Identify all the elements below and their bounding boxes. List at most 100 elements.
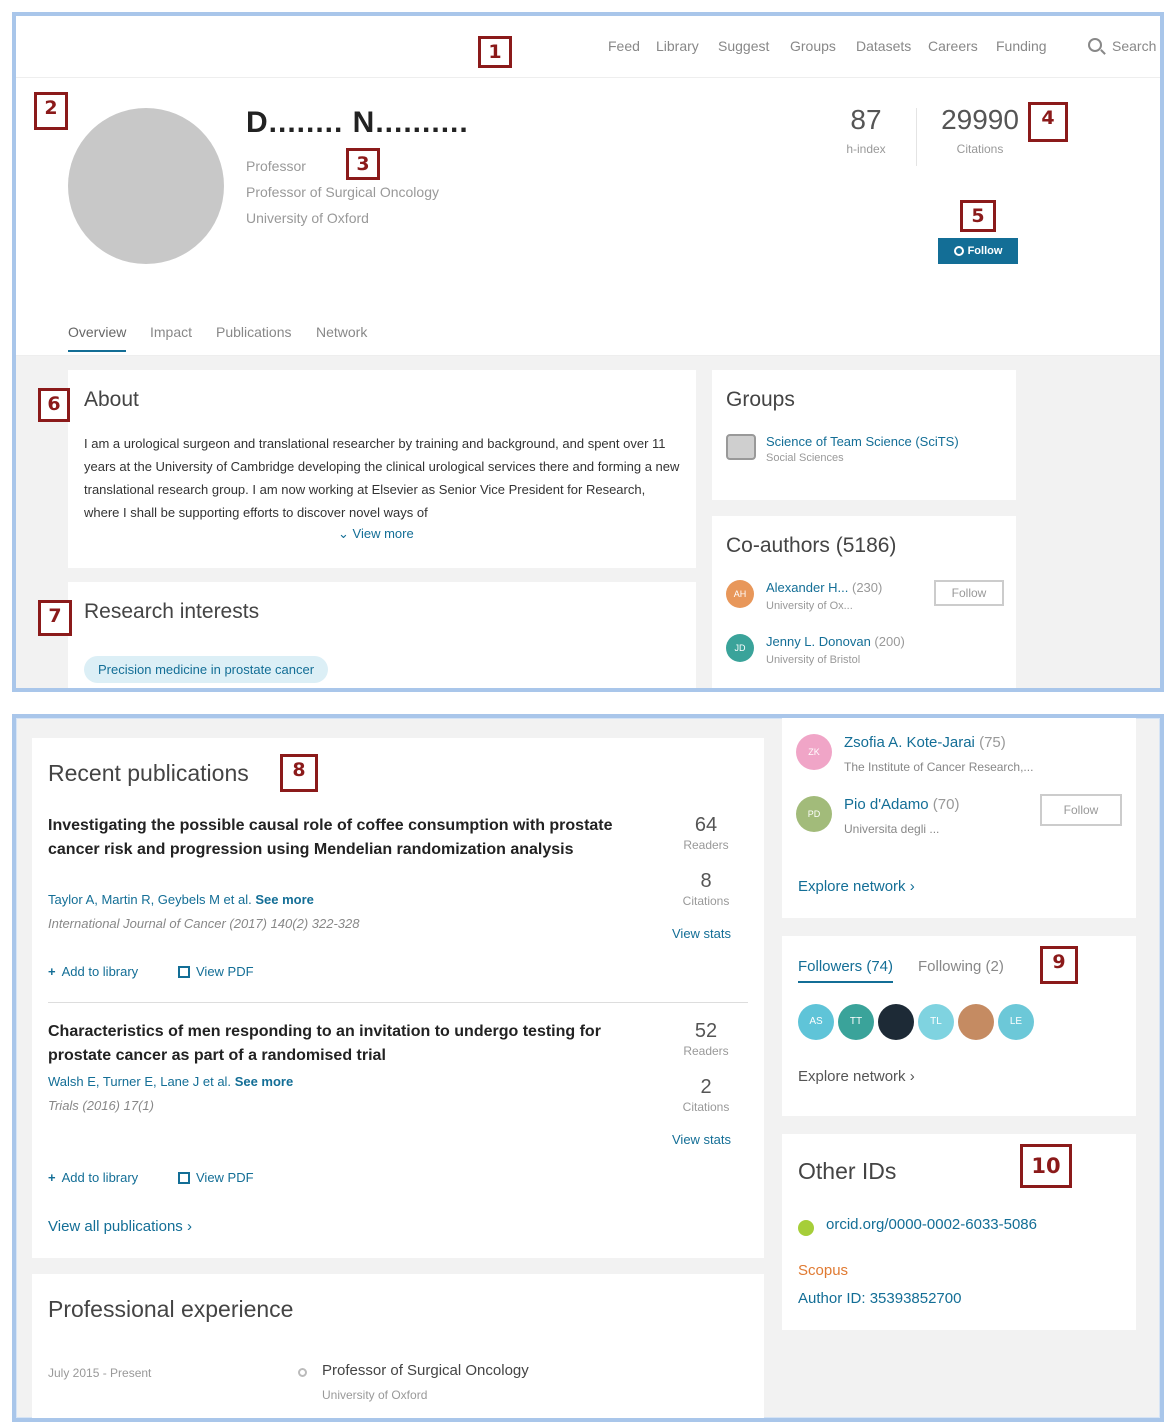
follower-avatar[interactable] xyxy=(958,1004,994,1040)
view-all-publications-link[interactable]: View all publications › xyxy=(48,1218,192,1235)
profile-avatar xyxy=(68,108,224,264)
add-to-library-button[interactable]: + Add to library xyxy=(48,1170,138,1185)
follower-avatar[interactable]: TL xyxy=(918,1004,954,1040)
nav-search[interactable]: Search xyxy=(1112,38,1156,54)
search-icon[interactable] xyxy=(1088,38,1102,52)
coauthor-avatar: PD xyxy=(796,796,832,832)
follower-avatar[interactable]: TT xyxy=(838,1004,874,1040)
view-more-label: View more xyxy=(352,526,414,541)
nav-groups[interactable]: Groups xyxy=(790,38,836,54)
see-more-link[interactable]: See more xyxy=(235,1074,294,1089)
experience-card: Professional experience July 2015 - Pres… xyxy=(32,1274,764,1418)
marker-2: 2 xyxy=(34,92,68,130)
nav-feed[interactable]: Feed xyxy=(608,38,640,54)
citations-stat-value: 8 xyxy=(700,870,712,892)
follower-avatar[interactable]: AS xyxy=(798,1004,834,1040)
coauthor-row: Zsofia A. Kote-Jarai (75) xyxy=(844,734,1006,751)
view-pdf-button[interactable]: View PDF xyxy=(178,964,254,979)
coauthor-name[interactable]: Alexander H... xyxy=(766,580,848,595)
scopus-label: Scopus xyxy=(798,1262,849,1279)
chevron-right-icon: › xyxy=(905,878,915,895)
orcid-icon xyxy=(798,1220,814,1236)
group-name[interactable]: Science of Team Science (SciTS) xyxy=(766,434,959,449)
coauthor-avatar: JD xyxy=(726,634,754,662)
experience-role: Professor of Surgical Oncology xyxy=(322,1362,529,1379)
coauthor-row: Pio d'Adamo (70) xyxy=(844,796,959,813)
research-interests-title: Research interests xyxy=(84,600,260,623)
publication-journal: International Journal of Cancer (2017) 1… xyxy=(48,916,360,931)
tab-impact[interactable]: Impact xyxy=(150,324,192,340)
view-pdf-label: View PDF xyxy=(196,1170,254,1185)
readers-value: 64 xyxy=(694,814,718,836)
chevron-right-icon: › xyxy=(182,1218,192,1235)
top-navigation: Feed Library Suggest Groups Datasets Car… xyxy=(16,16,1160,78)
coauthor-affil: The Institute of Cancer Research,... xyxy=(844,760,1034,774)
groups-card: Groups Science of Team Science (SciTS) S… xyxy=(712,370,1016,500)
view-more-link[interactable]: ⌄ View more xyxy=(338,526,414,542)
marker-4: 4 xyxy=(1028,102,1068,142)
explore-network-link[interactable]: Explore network › xyxy=(798,878,915,895)
coauthors-card-continued: ZK Zsofia A. Kote-Jarai (75) The Institu… xyxy=(782,718,1136,918)
tab-overview[interactable]: Overview xyxy=(68,324,127,352)
follower-avatar[interactable]: LE xyxy=(998,1004,1034,1040)
nav-funding[interactable]: Funding xyxy=(996,38,1047,54)
follow-button[interactable]: Follow xyxy=(938,238,1018,264)
about-card: About I am a urological surgeon and tran… xyxy=(68,370,696,568)
coauthor-name[interactable]: Zsofia A. Kote-Jarai xyxy=(844,734,975,751)
chevron-down-icon: ⌄ xyxy=(338,526,353,541)
nav-suggest[interactable]: Suggest xyxy=(718,38,769,54)
coauthor-avatar: ZK xyxy=(796,734,832,770)
coauthors-title: Co-authors (5186) xyxy=(726,534,897,557)
coauthor-follow-button[interactable]: Follow xyxy=(934,580,1004,606)
profile-panel: Feed Library Suggest Groups Datasets Car… xyxy=(12,12,1164,692)
orcid-link[interactable]: orcid.org/0000-0002-6033-5086 xyxy=(826,1216,1037,1233)
profile-role: Professor of Surgical Oncology xyxy=(246,184,439,200)
profile-institution: University of Oxford xyxy=(246,210,369,226)
tab-followers[interactable]: Followers (74) xyxy=(798,958,894,983)
coauthor-avatar: AH xyxy=(726,580,754,608)
view-stats-link[interactable]: View stats xyxy=(672,926,731,941)
coauthor-follow-button[interactable]: Follow xyxy=(1040,794,1122,826)
coauthor-count: (230) xyxy=(852,580,883,595)
explore-network-link[interactable]: Explore network › xyxy=(798,1068,915,1085)
nav-datasets[interactable]: Datasets xyxy=(856,38,911,54)
citations-stat-value: 2 xyxy=(700,1076,712,1098)
nav-careers[interactable]: Careers xyxy=(928,38,978,54)
tab-following[interactable]: Following (2) xyxy=(918,958,1004,975)
about-text: I am a urological surgeon and translatio… xyxy=(84,436,680,520)
see-more-link[interactable]: See more xyxy=(255,892,314,907)
citations-value: 29990 xyxy=(941,104,1019,135)
research-interest-chip[interactable]: Precision medicine in prostate cancer xyxy=(84,656,329,683)
view-stats-link[interactable]: View stats xyxy=(672,1132,731,1147)
coauthors-card: Co-authors (5186) AH Alexander H... (230… xyxy=(712,516,1016,688)
coauthor-count: (70) xyxy=(932,796,960,813)
groups-title: Groups xyxy=(726,388,795,411)
add-to-library-button[interactable]: + Add to library xyxy=(48,964,138,979)
other-ids-title: Other IDs xyxy=(798,1158,897,1184)
view-all-publications-label: View all publications xyxy=(48,1218,183,1235)
readers-label: Readers xyxy=(683,1044,729,1058)
plus-icon: + xyxy=(48,964,56,979)
view-pdf-button[interactable]: View PDF xyxy=(178,1170,254,1185)
coauthor-name[interactable]: Pio d'Adamo xyxy=(844,796,929,813)
h-index-label: h-index xyxy=(846,142,886,156)
coauthor-affil: Universita degli ... xyxy=(844,822,940,836)
follower-avatar[interactable] xyxy=(878,1004,914,1040)
followers-avatars: AS TT TL LE xyxy=(798,1004,1058,1040)
coauthor-name[interactable]: Jenny L. Donovan xyxy=(766,634,871,649)
tab-network[interactable]: Network xyxy=(316,324,367,340)
follow-button-label: Follow xyxy=(967,245,1003,257)
metric-divider xyxy=(916,108,917,166)
about-title: About xyxy=(84,388,139,411)
publications-card: Recent publications Investigating the po… xyxy=(32,738,764,1258)
tab-publications[interactable]: Publications xyxy=(216,324,292,340)
followers-card: Followers (74) Following (2) AS TT TL LE… xyxy=(782,936,1136,1116)
add-to-library-label: Add to library xyxy=(61,1170,139,1185)
publication-title[interactable]: Investigating the possible causal role o… xyxy=(48,814,644,862)
h-index-value: 87 xyxy=(850,104,882,135)
nav-library[interactable]: Library xyxy=(656,38,699,54)
readers-value: 52 xyxy=(694,1020,718,1042)
publication-title[interactable]: Characteristics of men responding to an … xyxy=(48,1020,644,1068)
coauthor-row: Jenny L. Donovan (200) xyxy=(766,634,905,649)
scopus-author-id-link[interactable]: Author ID: 35393852700 xyxy=(798,1290,961,1307)
